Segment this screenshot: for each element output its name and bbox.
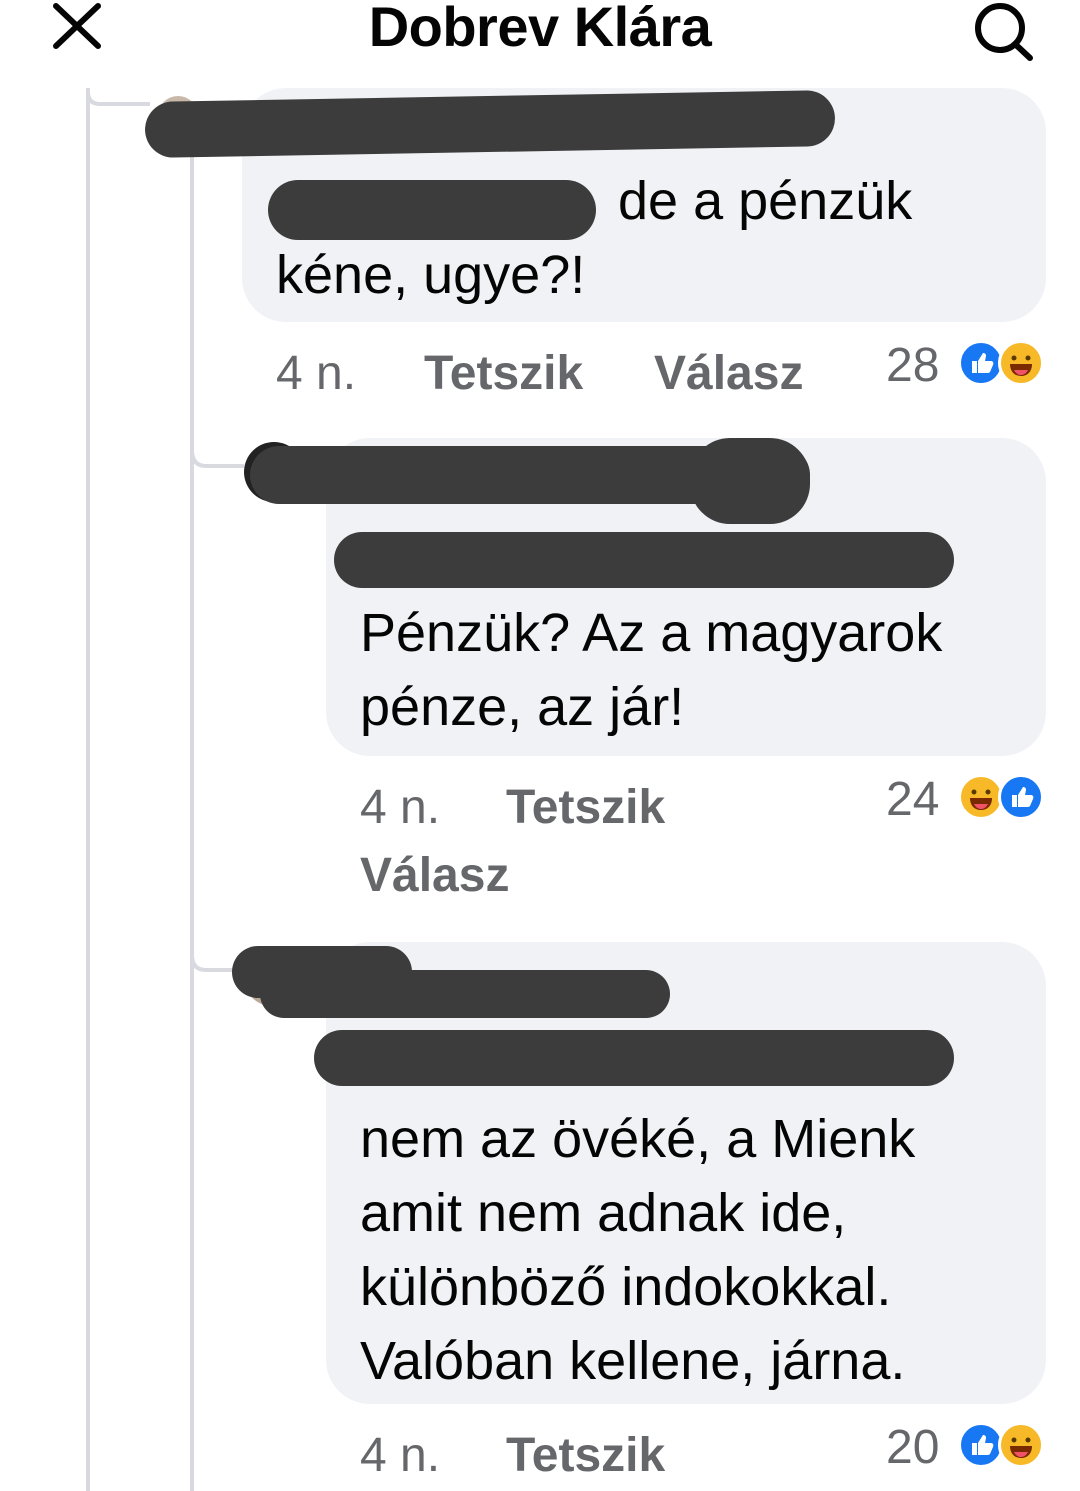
reaction-count[interactable]: 20 [886,1420,939,1475]
comment-text: Pénzük? Az a magyarok [360,603,943,663]
search-icon [975,3,1033,61]
comment-text: nem az övéké, a Mienk [360,1109,916,1169]
comment-text: pénze, az jár! [360,677,685,737]
comment-text: különböző indokokkal. [360,1257,892,1317]
reply-link[interactable]: Válasz [360,848,509,903]
redacted-author-name [260,970,670,1018]
comment-text: kéne, ugye?! [276,245,586,305]
comment-text: Valóban kellene, járna. [360,1331,906,1391]
reactions[interactable] [958,774,1048,820]
reactions[interactable] [958,340,1048,386]
redacted-mention [314,1030,954,1086]
redacted-mention [334,532,954,588]
comment-time[interactable]: 4 n. [360,1428,440,1483]
redacted-author-name [690,438,810,524]
redacted-mention [268,180,596,240]
comment-text: amit nem adnak ide, [360,1183,847,1243]
like-link[interactable]: Tetszik [506,780,665,835]
comment-text: de a pénzük [618,171,913,231]
like-icon [998,774,1044,820]
reaction-count[interactable]: 24 [886,772,939,827]
haha-icon [998,1422,1044,1468]
search-button[interactable] [968,0,1040,62]
like-link[interactable]: Tetszik [506,1428,665,1483]
reply-link[interactable]: Válasz [654,346,803,401]
comment-time[interactable]: 4 n. [360,780,440,835]
haha-icon [998,340,1044,386]
reactions[interactable] [958,1422,1048,1468]
like-link[interactable]: Tetszik [424,346,583,401]
comment-time[interactable]: 4 n. [276,346,356,401]
reaction-count[interactable]: 28 [886,338,939,393]
